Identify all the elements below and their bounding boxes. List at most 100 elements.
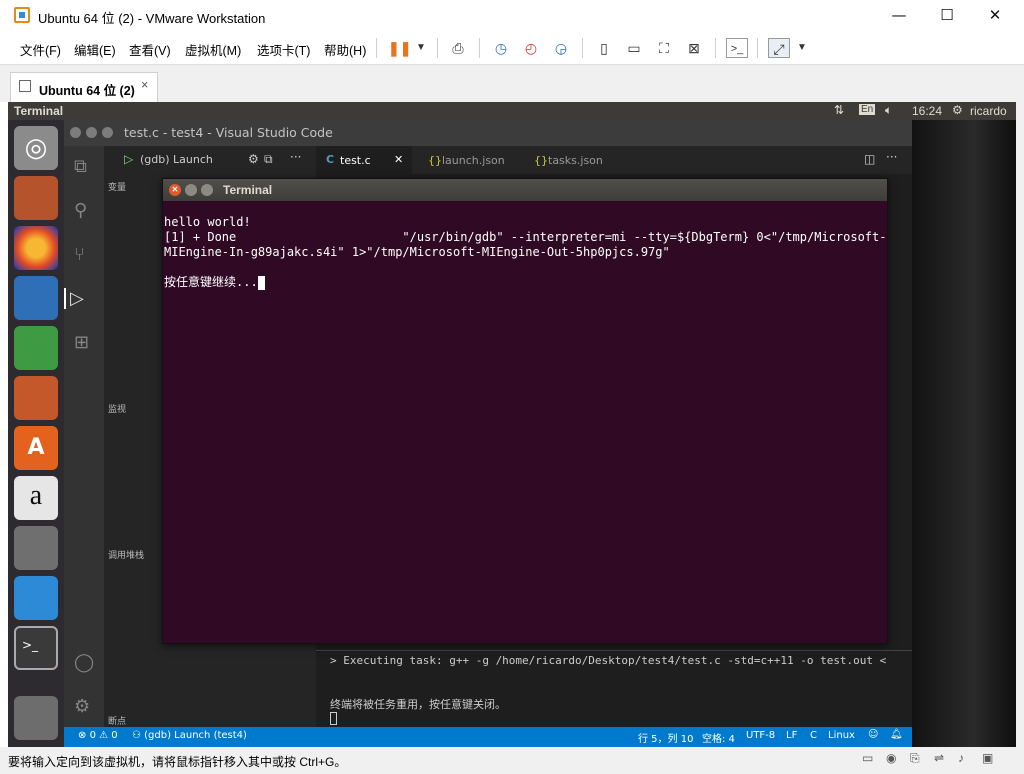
user-name[interactable]: ricardo	[970, 104, 1007, 118]
debug-console-icon[interactable]: ⧉	[264, 152, 273, 167]
host-statusbar: 要将输入定向到该虚拟机，请将鼠标指针移入其中或按 Ctrl+G。 ▭ ◉ ⎘ ⇌…	[0, 747, 1024, 774]
ubuntu-dash-icon[interactable]: ◎	[14, 126, 58, 170]
explorer-icon[interactable]: ⧉	[74, 156, 87, 177]
feedback-icon[interactable]: ☺	[868, 729, 878, 740]
cursor-position[interactable]: 行 5，列 10	[638, 730, 693, 745]
unity-icon[interactable]: ⊠	[683, 38, 705, 58]
maximize-icon[interactable]: ☐	[924, 0, 970, 32]
settings-gear-icon[interactable]: ⚙	[74, 696, 90, 717]
debug-settings-icon[interactable]: ⚙	[248, 152, 259, 166]
network-icon[interactable]: ⇅	[834, 103, 844, 117]
device-sound-icon[interactable]: ♪	[958, 751, 964, 765]
device-hdd-icon[interactable]: ▭	[862, 751, 873, 765]
chevron-down-icon[interactable]: ▼	[410, 38, 432, 58]
send-keys-icon[interactable]: ⎙	[447, 38, 469, 58]
tab-launch-json[interactable]: {} launch.json	[416, 146, 516, 174]
calc-icon[interactable]	[14, 326, 58, 370]
snapshot-manager-icon[interactable]: ◶	[550, 38, 572, 58]
tab-test-c[interactable]: C test.c ✕	[316, 146, 412, 174]
active-app-name: Terminal	[14, 104, 64, 118]
menu-vm[interactable]: 虚拟机(M)	[185, 40, 241, 59]
impress-icon[interactable]	[14, 376, 58, 420]
debug-status[interactable]: ⚇ (gdb) Launch (test4)	[132, 730, 247, 741]
stretch-icon[interactable]: ⤢	[768, 38, 790, 58]
revert-snapshot-icon[interactable]: ◴	[520, 38, 542, 58]
terminal-output[interactable]: hello world! [1] + Done "/usr/bin/gdb" --…	[163, 201, 887, 643]
maximize-icon[interactable]	[201, 184, 213, 196]
terminal-title: Terminal	[223, 183, 273, 197]
close-icon[interactable]: ✕	[169, 184, 181, 196]
debug-icon[interactable]: ▷	[64, 288, 84, 309]
language-mode[interactable]: C	[810, 730, 817, 741]
section-variables[interactable]: 变量	[108, 180, 126, 193]
extensions-icon[interactable]: ⊞	[74, 332, 89, 353]
amazon-icon[interactable]: a	[14, 476, 58, 520]
files-icon[interactable]	[14, 176, 58, 220]
terminal-line: MIEngine-In-g89ajakc.s4i" 1>"/tmp/Micros…	[164, 245, 670, 259]
menu-file[interactable]: 文件(F)	[20, 40, 61, 59]
split-editor-icon[interactable]: ◫	[864, 152, 875, 166]
problems-indicator[interactable]: ⊗ 0 ⚠ 0	[78, 730, 118, 741]
tab-tasks-json[interactable]: {} tasks.json	[522, 146, 618, 174]
snapshot-icon[interactable]: ◷	[490, 38, 512, 58]
section-breakpoints[interactable]: 断点	[108, 714, 126, 727]
encoding[interactable]: UTF-8	[746, 730, 775, 741]
console-view-icon[interactable]: >_	[726, 38, 748, 58]
menu-help[interactable]: 帮助(H)	[324, 40, 366, 59]
keyboard-indicator[interactable]: En	[859, 104, 876, 115]
vm-icon	[19, 80, 31, 92]
menu-view[interactable]: 查看(V)	[129, 40, 171, 59]
terminal-icon[interactable]: >_	[14, 626, 58, 670]
close-tab-icon[interactable]: ×	[141, 78, 148, 92]
maximize-icon[interactable]	[102, 127, 113, 138]
pause-icon[interactable]: ❚❚	[388, 38, 411, 58]
library-icon[interactable]: ▯	[593, 38, 615, 58]
indentation[interactable]: 空格: 4	[702, 730, 735, 745]
software-center-icon[interactable]: A	[14, 426, 58, 470]
writer-icon[interactable]	[14, 276, 58, 320]
notifications-icon[interactable]: 🔔︎	[890, 729, 903, 740]
thumbnail-icon[interactable]: ▭	[623, 38, 645, 58]
menubar: 文件(F) 编辑(E) 查看(V) 虚拟机(M) 选项卡(T) 帮助(H) ❚❚…	[0, 32, 1024, 64]
minimize-icon[interactable]	[185, 184, 197, 196]
clock[interactable]: 16:24	[912, 104, 942, 118]
account-icon[interactable]: ◯	[74, 652, 94, 673]
terminal-window[interactable]: ✕ Terminal hello world! [1] + Done "/usr/…	[162, 178, 888, 644]
close-icon[interactable]: ✕	[394, 153, 403, 166]
terminal-line: hello world!	[164, 215, 251, 229]
close-icon[interactable]	[70, 127, 81, 138]
vscode-title: test.c - test4 - Visual Studio Code	[124, 125, 333, 140]
device-cd-icon[interactable]: ◉	[886, 751, 896, 765]
vm-tab[interactable]: Ubuntu 64 位 (2) ×	[10, 72, 158, 102]
minimize-icon[interactable]	[86, 127, 97, 138]
eol[interactable]: LF	[786, 730, 797, 741]
close-icon[interactable]: ✕	[972, 0, 1018, 32]
minimize-icon[interactable]: —	[876, 0, 922, 32]
system-settings-icon[interactable]	[14, 526, 58, 570]
more-icon[interactable]: ···	[290, 150, 301, 164]
terminal-cursor	[257, 275, 265, 290]
trash-icon[interactable]	[14, 696, 58, 740]
debug-config-select[interactable]: (gdb) Launch	[140, 153, 213, 166]
device-network-icon[interactable]: ⎘	[910, 751, 920, 766]
source-control-icon[interactable]: ⑂	[74, 244, 85, 265]
more-icon[interactable]: ···	[886, 150, 897, 164]
gear-icon[interactable]: ⚙	[952, 103, 963, 117]
firefox-icon[interactable]	[14, 226, 58, 270]
menu-tabs[interactable]: 选项卡(T)	[257, 40, 310, 59]
vmware-titlebar: Ubuntu 64 位 (2) - VMware Workstation — ☐…	[0, 0, 1024, 32]
section-callstack[interactable]: 调用堆栈	[108, 548, 144, 561]
chevron-down-icon[interactable]: ▼	[791, 38, 813, 58]
vscode-icon[interactable]	[14, 576, 58, 620]
platform[interactable]: Linux	[828, 730, 855, 741]
section-watch[interactable]: 监视	[108, 402, 126, 415]
device-usb-icon[interactable]: ⇌	[934, 751, 944, 765]
device-display-icon[interactable]: ▣	[982, 751, 993, 765]
menu-edit[interactable]: 编辑(E)	[74, 40, 116, 59]
vscode-statusbar: ⊗ 0 ⚠ 0 ⚇ (gdb) Launch (test4) 行 5，列 10 …	[64, 727, 912, 747]
start-debug-icon[interactable]: ▷	[124, 152, 133, 166]
fullscreen-icon[interactable]: ⛶	[653, 38, 675, 58]
search-icon[interactable]: ⚲	[74, 200, 87, 221]
vm-screen[interactable]: Terminal ⇅ En 🔈︎ 16:24 ⚙ ricardo ◎ A a >…	[8, 102, 1016, 747]
volume-icon[interactable]: 🔈︎	[885, 103, 892, 118]
